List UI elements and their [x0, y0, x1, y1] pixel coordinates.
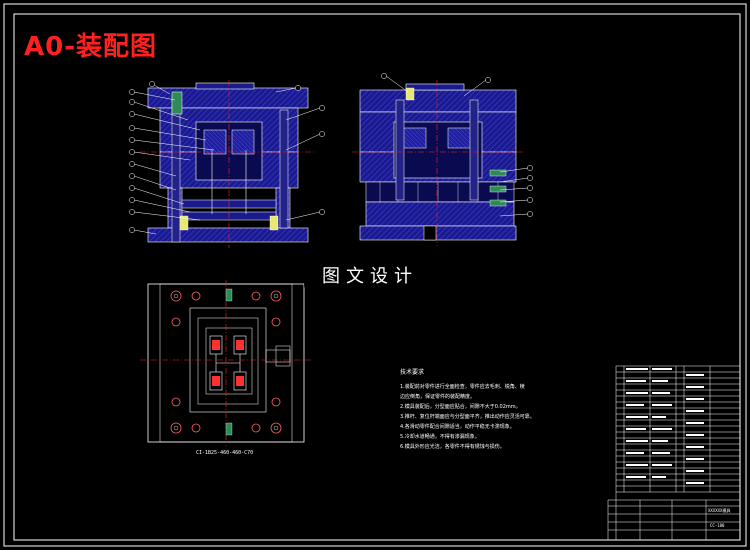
notes-heading: 技术要求	[400, 369, 425, 376]
watermark-text: 图文设计	[322, 266, 418, 287]
note-line: 2.模具装配后，分型面应贴合，间隙不大于0.02mm。	[400, 404, 521, 410]
front-section-view	[140, 80, 316, 248]
note-line: 6.模具外形应光洁，各零件不得有锈蚀与损伤。	[400, 444, 505, 450]
note-line: 3.推杆、复位杆端面应与分型面平齐，推出动作应灵活可靠。	[400, 414, 535, 420]
note-line: 边应倒角，保证零件的装配精度。	[400, 394, 476, 400]
top-view	[140, 280, 312, 446]
note-line: 4.各滑动零件配合间隙适当，动作平稳无卡滞现象。	[400, 424, 515, 430]
part-name: XXXXXX模具	[708, 508, 731, 513]
drawing-number: CC-180	[710, 523, 725, 528]
note-line: 1.装配前对零件进行全面检查，零件应去毛刺、锐角、棱	[400, 384, 525, 390]
note-line: 5.冷却水道畅通，不得有渗漏现象。	[400, 434, 480, 440]
sheet-title: A0-装配图	[24, 32, 158, 62]
technical-requirements: 技术要求 1.装配前对零件进行全面检查，零件应去毛刺、锐角、棱 边应倒角，保证零…	[400, 368, 560, 452]
top-view-caption: CI-1B25-460-460-C70	[196, 450, 254, 456]
side-section-view	[352, 80, 524, 246]
